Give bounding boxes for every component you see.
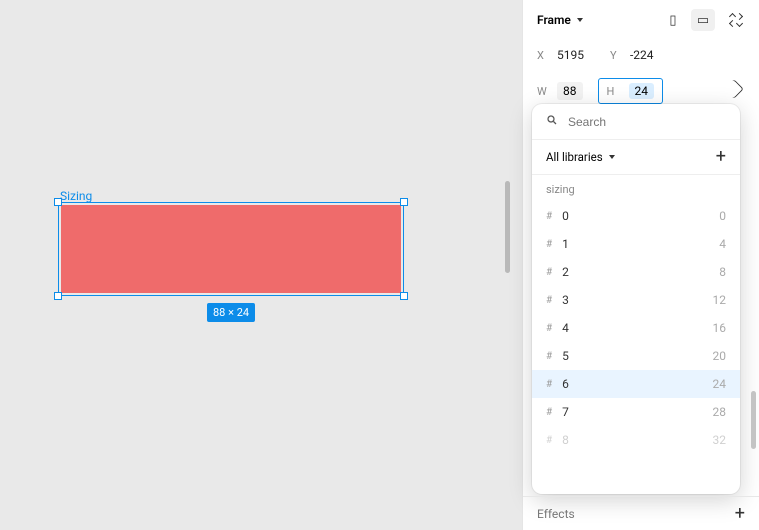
token-value: 16 xyxy=(713,321,727,335)
token-value: 24 xyxy=(713,377,727,391)
chevron-down-icon xyxy=(577,18,583,22)
resize-handle-bottom-right[interactable] xyxy=(400,292,408,300)
y-field[interactable]: Y -224 xyxy=(610,48,654,62)
token-row[interactable]: #0 0 xyxy=(532,202,740,230)
token-row[interactable]: #6 24 xyxy=(532,370,740,398)
portrait-icon: ▯ xyxy=(669,13,676,28)
token-key: 1 xyxy=(562,237,569,251)
libraries-dropdown[interactable]: All libraries xyxy=(546,150,615,164)
section-label: sizing xyxy=(532,175,740,202)
hash-icon: # xyxy=(546,267,552,278)
effects-section[interactable]: Effects + xyxy=(523,496,759,530)
token-key: 3 xyxy=(562,293,569,307)
resize-handle-top-right[interactable] xyxy=(400,198,408,206)
variable-picker-popover: All libraries + sizing #00#14#28#312#416… xyxy=(532,104,740,494)
hash-icon: # xyxy=(546,211,552,222)
x-field[interactable]: X 5195 xyxy=(537,48,584,62)
token-key: 0 xyxy=(562,209,569,223)
selection-size-badge: 88 × 24 xyxy=(207,303,255,322)
token-value: 4 xyxy=(719,237,726,251)
panel-scrollbar[interactable] xyxy=(751,391,756,449)
frame-type-label: Frame xyxy=(537,13,571,27)
token-value: 20 xyxy=(713,349,727,363)
token-row[interactable]: #1 4 xyxy=(532,230,740,258)
landscape-icon: ▭ xyxy=(697,13,709,28)
portrait-frame-button[interactable]: ▯ xyxy=(661,9,685,31)
token-key: 2 xyxy=(562,265,569,279)
selection-outline xyxy=(58,202,404,296)
resize-handle-top-left[interactable] xyxy=(54,198,62,206)
width-value: 88 xyxy=(557,82,583,100)
hash-icon: # xyxy=(546,351,552,362)
token-row[interactable]: #8 32 xyxy=(532,426,740,454)
chevron-down-icon xyxy=(609,155,615,159)
add-effect-button[interactable]: + xyxy=(735,505,745,523)
token-key: 6 xyxy=(562,377,569,391)
hash-icon: # xyxy=(546,435,552,446)
search-input[interactable] xyxy=(568,115,726,129)
token-key: 5 xyxy=(562,349,569,363)
effects-label: Effects xyxy=(537,507,575,521)
height-field[interactable]: H 24 xyxy=(598,78,664,104)
height-value: 24 xyxy=(629,83,655,99)
token-row[interactable]: #3 12 xyxy=(532,286,740,314)
token-row[interactable]: #4 16 xyxy=(532,314,740,342)
frame-type-dropdown[interactable]: Frame xyxy=(537,13,583,27)
token-key: 7 xyxy=(562,405,569,419)
hash-icon: # xyxy=(546,295,552,306)
token-row[interactable]: #2 8 xyxy=(532,258,740,286)
token-value: 28 xyxy=(713,405,727,419)
frame-label[interactable]: Sizing xyxy=(60,189,92,203)
token-value: 12 xyxy=(713,293,727,307)
hash-icon: # xyxy=(546,239,552,250)
canvas-scrollbar[interactable] xyxy=(505,181,510,273)
hash-icon: # xyxy=(546,323,552,334)
landscape-frame-button[interactable]: ▭ xyxy=(691,9,715,31)
token-list[interactable]: #00#14#28#312#416#520#624#728#832 xyxy=(532,202,740,494)
add-library-button[interactable]: + xyxy=(716,148,726,166)
token-value: 0 xyxy=(719,209,726,223)
hash-icon: # xyxy=(546,407,552,418)
hash-icon: # xyxy=(546,379,552,390)
token-value: 8 xyxy=(719,265,726,279)
resize-handle-bottom-left[interactable] xyxy=(54,292,62,300)
token-row[interactable]: #5 20 xyxy=(532,342,740,370)
canvas[interactable]: Sizing 88 × 24 xyxy=(0,0,522,530)
resize-to-fit-button[interactable] xyxy=(727,14,745,26)
search-row xyxy=(532,104,740,139)
token-value: 32 xyxy=(713,433,727,447)
token-key: 8 xyxy=(562,433,569,447)
width-field[interactable]: W 88 xyxy=(537,82,583,100)
search-icon xyxy=(546,114,558,129)
design-panel: Frame ▯ ▭ X 5195 Y -224 W 88 H xyxy=(522,0,759,530)
token-key: 4 xyxy=(562,321,569,335)
token-row[interactable]: #7 28 xyxy=(532,398,740,426)
